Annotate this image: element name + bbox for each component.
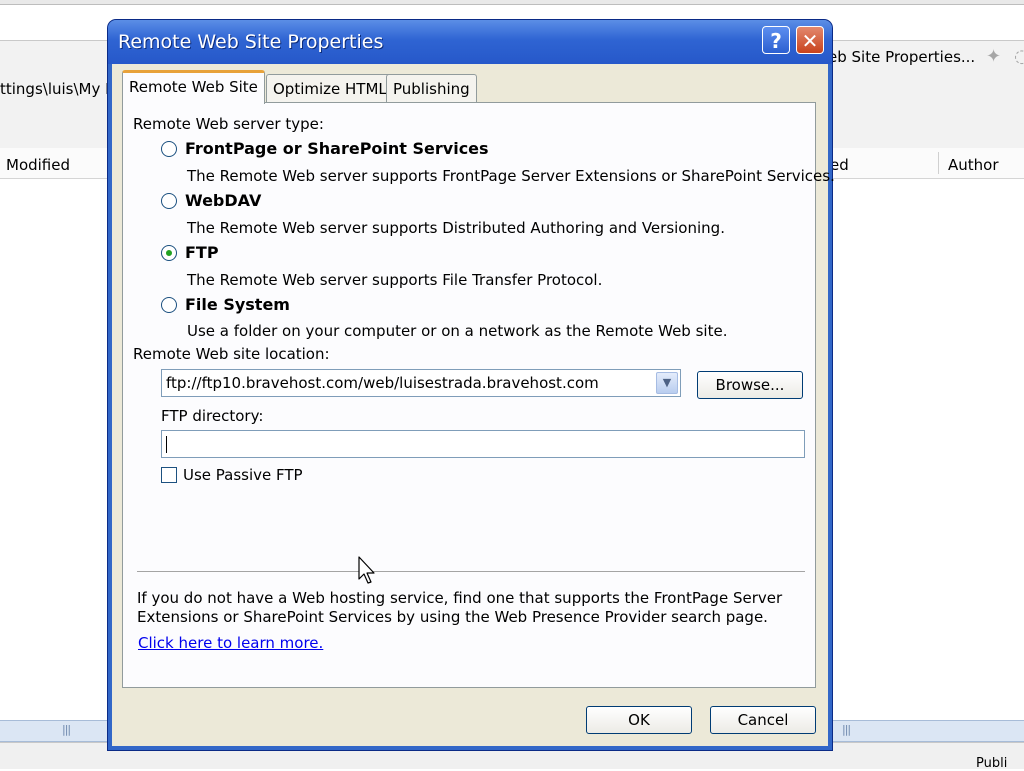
cancel-button[interactable]: Cancel xyxy=(710,706,816,734)
radio-ftp[interactable] xyxy=(161,245,177,261)
radio-frontpage-sharepoint[interactable] xyxy=(161,141,177,157)
help-button[interactable]: ? xyxy=(762,26,790,54)
toolbar-overflow-icon[interactable]: ◌ xyxy=(1014,46,1024,67)
option-label-file-system[interactable]: File System xyxy=(185,295,290,314)
remote-web-site-panel: Remote Web server type: FrontPage or Sha… xyxy=(122,102,835,688)
toolbar-web-site-properties[interactable]: eb Site Properties... xyxy=(828,48,975,66)
ftp-directory-input[interactable] xyxy=(161,430,805,458)
option-label-frontpage[interactable]: FrontPage or SharePoint Services xyxy=(185,139,489,158)
dialog-client-area: Remote Web Site Optimize HTML Publishing… xyxy=(112,64,835,746)
hosting-info-text: If you do not have a Web hosting service… xyxy=(137,589,783,626)
chevron-down-icon[interactable]: ▼ xyxy=(656,372,678,394)
close-button[interactable]: ✕ xyxy=(796,26,824,54)
location-value[interactable]: ftp://ftp10.bravehost.com/web/luisestrad… xyxy=(166,374,599,392)
tab-publishing[interactable]: Publishing xyxy=(386,74,477,102)
radio-file-system[interactable] xyxy=(161,297,177,313)
dialog-title: Remote Web Site Properties xyxy=(118,31,384,53)
dialog-titlebar[interactable]: Remote Web Site Properties ? ✕ xyxy=(108,20,832,64)
option-label-webdav[interactable]: WebDAV xyxy=(185,191,261,210)
column-header-author[interactable]: Author xyxy=(948,156,999,174)
ftp-directory-label: FTP directory: xyxy=(161,407,264,425)
mouse-pointer-icon xyxy=(358,556,375,584)
option-label-ftp[interactable]: FTP xyxy=(185,243,219,262)
folder-path-text: ttings\luis\My D xyxy=(0,80,117,98)
option-desc-ftp: The Remote Web server supports File Tran… xyxy=(187,271,603,289)
tab-optimize-html[interactable]: Optimize HTML xyxy=(266,74,394,102)
remote-web-site-properties-dialog: Remote Web Site Properties ? ✕ Remote We… xyxy=(108,20,835,750)
scroll-grip-icon: ||| xyxy=(62,723,71,736)
sync-icon[interactable]: ✦ xyxy=(986,46,1001,67)
column-divider xyxy=(938,152,939,174)
status-bar-text: Publi xyxy=(976,756,1008,771)
server-type-label: Remote Web server type: xyxy=(133,115,324,133)
location-label: Remote Web site location: xyxy=(133,345,330,363)
scroll-grip-icon: ||| xyxy=(842,723,851,736)
location-combobox[interactable]: ftp://ftp10.bravehost.com/web/luisestrad… xyxy=(161,369,681,397)
text-caret xyxy=(166,436,167,453)
column-header-modified[interactable]: Modified xyxy=(6,156,70,174)
tab-remote-web-site[interactable]: Remote Web Site xyxy=(122,70,265,104)
ok-button[interactable]: OK xyxy=(586,706,692,734)
option-desc-webdav: The Remote Web server supports Distribut… xyxy=(187,219,725,237)
radio-webdav[interactable] xyxy=(161,193,177,209)
passive-ftp-checkbox[interactable] xyxy=(161,467,177,483)
learn-more-link[interactable]: Click here to learn more. xyxy=(138,634,323,652)
browse-button[interactable]: Browse... xyxy=(697,371,803,399)
separator-line xyxy=(137,571,805,572)
option-desc-frontpage: The Remote Web server supports FrontPage… xyxy=(187,167,835,185)
app-top-border xyxy=(0,0,1024,5)
option-desc-file-system: Use a folder on your computer or on a ne… xyxy=(187,322,728,340)
passive-ftp-label[interactable]: Use Passive FTP xyxy=(183,466,303,484)
